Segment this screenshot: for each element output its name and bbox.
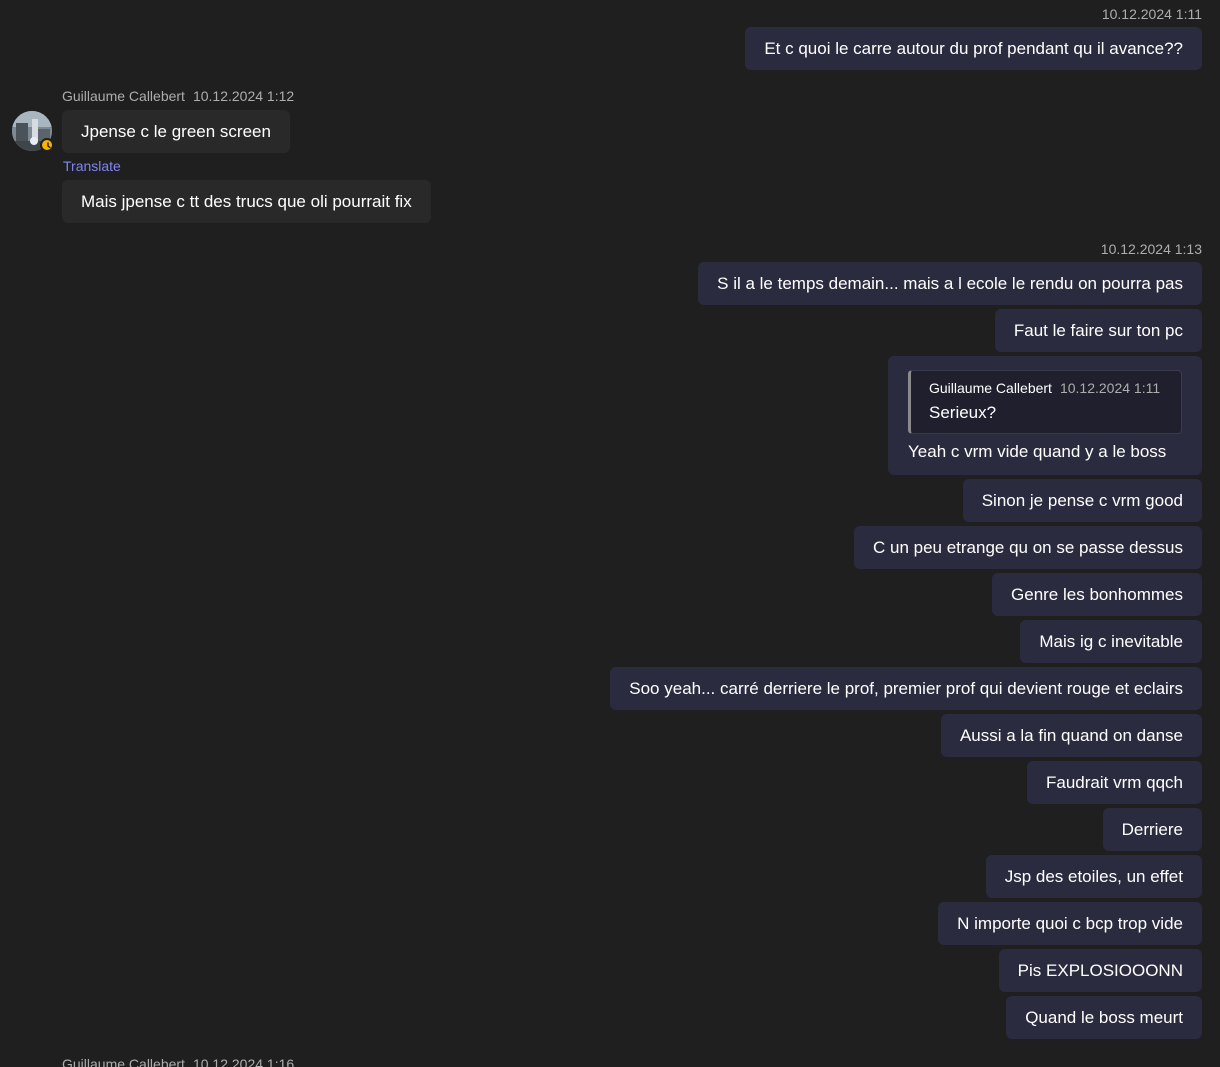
quote-timestamp: 10.12.2024 1:11 — [1059, 380, 1161, 396]
message-timestamp: 10.12.2024 1:13 — [1100, 241, 1202, 257]
reply-text: Yeah c vrm vide quand y a le boss — [908, 442, 1167, 461]
their-message[interactable]: Jpense c le green screen — [62, 110, 290, 153]
their-message[interactable]: Mais jpense c tt des trucs que oli pourr… — [62, 180, 431, 223]
my-message[interactable]: Aussi a la fin quand on danse — [940, 714, 1202, 757]
sender-name: Guillaume Callebert — [62, 88, 185, 104]
sender-name: Guillaume Callebert — [62, 1056, 185, 1067]
message-timestamp: 10.12.2024 1:16 — [192, 1056, 295, 1067]
my-message[interactable]: C un peu etrange qu on se passe dessus — [854, 526, 1202, 569]
my-message[interactable]: Soo yeah... carré derriere le prof, prem… — [610, 667, 1202, 710]
away-clock-icon — [40, 138, 54, 152]
my-message[interactable]: Pis EXPLOSIOOONN — [998, 949, 1202, 992]
translate-link[interactable]: Translate — [63, 158, 121, 174]
my-message[interactable]: Sinon je pense c vrm good — [962, 479, 1202, 522]
my-message[interactable]: Genre les bonhommes — [992, 573, 1202, 616]
my-message[interactable]: Derriere — [1102, 808, 1202, 851]
my-message[interactable]: N importe quoi c bcp trop vide — [938, 902, 1202, 945]
avatar[interactable] — [12, 111, 54, 152]
my-message[interactable]: Faudrait vrm qqch — [1027, 761, 1202, 804]
quote-text: Serieux? — [929, 403, 997, 422]
quote-author: Guillaume Callebert — [929, 380, 1052, 396]
my-message[interactable]: S il a le temps demain... mais a l ecole… — [698, 262, 1202, 305]
quote-header: Guillaume Callebert 10.12.2024 1:11 — [929, 380, 1160, 396]
my-message[interactable]: Et c quoi le carre autour du prof pendan… — [745, 27, 1202, 70]
quoted-message[interactable]: Guillaume Callebert 10.12.2024 1:11 Serie… — [908, 370, 1182, 434]
my-message[interactable]: Faut le faire sur ton pc — [994, 309, 1202, 352]
sender-line: Guillaume Callebert 10.12.2024 1:12 — [62, 88, 294, 104]
my-message[interactable]: Mais ig c inevitable — [1020, 620, 1202, 663]
chat-thread: 10.12.2024 1:11 Et c quoi le carre autou… — [0, 0, 1220, 1067]
my-message[interactable]: Quand le boss meurt — [1006, 996, 1202, 1039]
reply-message[interactable]: Guillaume Callebert 10.12.2024 1:11 Serie… — [888, 356, 1202, 475]
my-message[interactable]: Jsp des etoiles, un effet — [985, 855, 1202, 898]
message-timestamp: 10.12.2024 1:11 — [1101, 6, 1202, 22]
message-timestamp: 10.12.2024 1:12 — [192, 88, 295, 104]
sender-line: Guillaume Callebert 10.12.2024 1:16 — [62, 1056, 294, 1067]
